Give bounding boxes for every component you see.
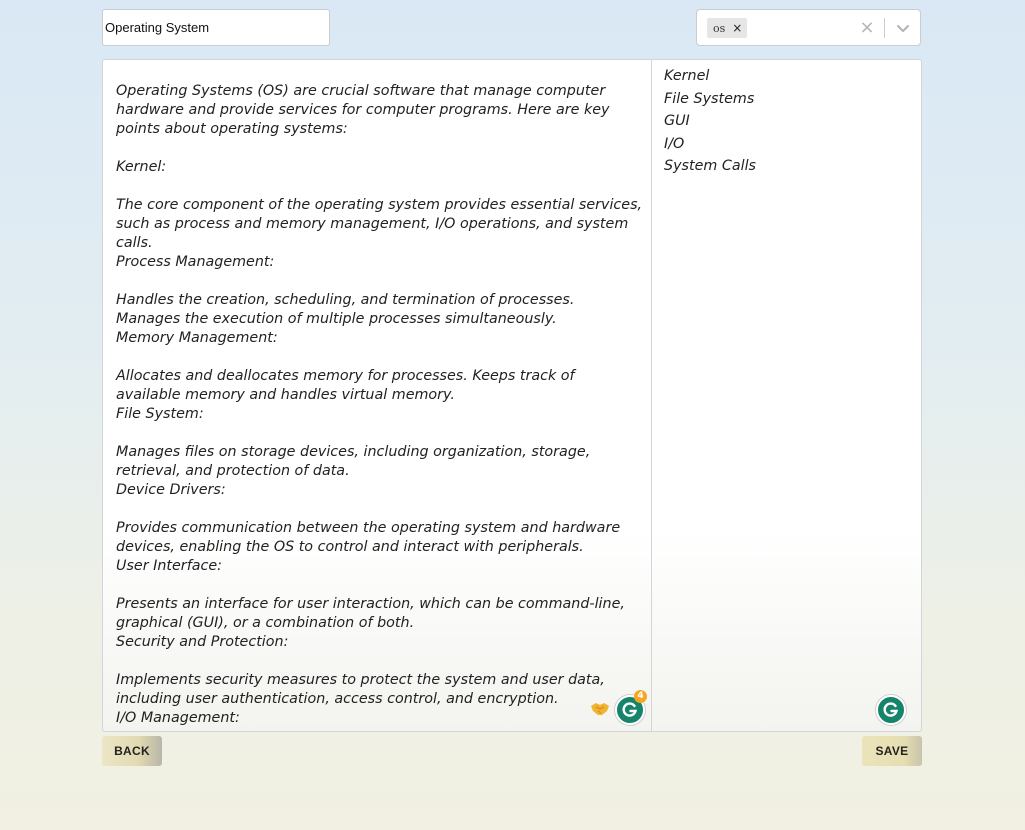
back-button[interactable]: BACK <box>102 736 162 766</box>
grammarly-icon[interactable]: 4 <box>615 690 647 725</box>
note-textarea[interactable]: Operating Systems (OS) are crucial softw… <box>103 60 651 731</box>
outline-item[interactable]: GUI <box>664 110 910 133</box>
outline-item[interactable]: Kernel <box>664 65 910 88</box>
editor-paragraph: Security and Protection: <box>116 634 289 650</box>
outline-list: Kernel File Systems GUI I/O System Calls <box>652 60 921 731</box>
grammarly-badge: 4 <box>634 690 647 703</box>
chevron-down-icon[interactable] <box>892 18 914 38</box>
editor-paragraph: Operating Systems (OS) are crucial softw… <box>116 83 615 137</box>
editor-paragraph: Memory Management: <box>116 330 278 346</box>
editor-paragraph: Allocates and deallocates memory for pro… <box>116 368 580 403</box>
editor-paragraph: User Interface: <box>116 558 222 574</box>
save-button[interactable]: SAVE <box>862 736 922 766</box>
editor-paragraph <box>116 652 643 671</box>
editor-paragraph: Implements security measures to protect … <box>116 672 610 707</box>
editor-paragraph <box>116 500 643 519</box>
tag-chip-label: os <box>713 21 726 35</box>
editor-paragraph <box>116 424 643 443</box>
editor-paragraph: The core component of the operating syst… <box>116 197 647 251</box>
tag-select[interactable]: os × × <box>696 9 921 46</box>
title-input[interactable] <box>102 9 330 46</box>
outline-item[interactable]: File Systems <box>664 88 910 111</box>
outline-item[interactable]: I/O <box>664 133 910 156</box>
editor-paragraph: Kernel: <box>116 159 167 175</box>
editor-paragraph: File System: <box>116 406 204 422</box>
tag-chip-os: os × <box>707 18 748 38</box>
grammarly-outline-icon[interactable] <box>876 695 906 725</box>
editor-paragraph: Handles the creation, scheduling, and te… <box>116 292 579 327</box>
editor-paragraph: I/O Management: <box>116 710 240 726</box>
clear-icon[interactable]: × <box>857 18 877 38</box>
editor-paragraph <box>116 177 643 196</box>
select-divider <box>884 18 885 38</box>
editor-paragraph <box>116 576 643 595</box>
editor-panel: Operating Systems (OS) are crucial softw… <box>102 59 922 732</box>
tag-remove-icon[interactable]: × <box>729 18 747 38</box>
editor-paragraph <box>116 139 643 158</box>
outline-item[interactable]: System Calls <box>664 155 910 178</box>
editor-paragraph <box>116 272 643 291</box>
editor-paragraph: Process Management: <box>116 254 275 270</box>
editor-paragraph: Provides communication between the opera… <box>116 520 625 555</box>
handshake-icon[interactable] <box>589 697 611 719</box>
editor-paragraph: Manages files on storage devices, includ… <box>116 444 595 479</box>
editor-paragraph <box>116 348 643 367</box>
editor-paragraph: Device Drivers: <box>116 482 226 498</box>
editor-paragraph: Presents an interface for user interacti… <box>116 596 630 631</box>
